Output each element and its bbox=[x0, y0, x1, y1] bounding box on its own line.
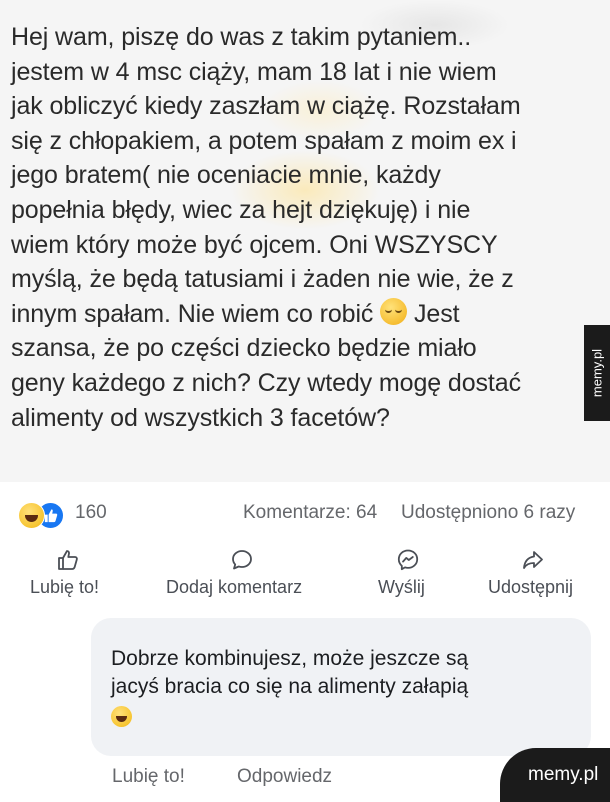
share-button[interactable]: Udostępnij bbox=[478, 542, 603, 600]
add-comment-button[interactable]: Dodaj komentarz bbox=[160, 542, 335, 600]
shares-count-link[interactable]: Udostępniono 6 razy bbox=[401, 502, 575, 524]
memy-logo-badge: memy.pl bbox=[500, 748, 610, 802]
comment-text: Dobrze kombinujesz, może jeszcze są jacy… bbox=[111, 647, 469, 698]
memy-logo-text: memy.pl bbox=[528, 764, 599, 785]
send-button-label: Wyślij bbox=[378, 577, 425, 597]
like-button-label: Lubię to! bbox=[30, 577, 100, 597]
share-button-label: Udostępnij bbox=[488, 577, 574, 597]
reactions-summary[interactable] bbox=[18, 502, 78, 529]
post-text-part-1: Hej wam, piszę do was z takim pytaniem..… bbox=[11, 23, 521, 328]
send-button[interactable]: Wyślij bbox=[362, 542, 472, 600]
sleepy-face-emoji-icon bbox=[380, 297, 408, 325]
speech-bubble-icon bbox=[230, 548, 254, 572]
post-body: Hej wam, piszę do was z takim pytaniem..… bbox=[0, 0, 610, 482]
haha-reaction-icon bbox=[18, 502, 45, 529]
comment-reply-button[interactable]: Odpowiedz bbox=[237, 766, 332, 788]
side-watermark-text: memy.pl bbox=[589, 348, 605, 398]
side-watermark: memy.pl bbox=[584, 325, 610, 421]
messenger-icon bbox=[396, 548, 420, 572]
comments-count-link[interactable]: Komentarze: 64 bbox=[243, 502, 377, 524]
post-stats: 160 Komentarze: 64 Udostępniono 6 razy bbox=[0, 482, 610, 542]
thumbs-up-icon bbox=[56, 548, 80, 572]
post-action-bar: Lubię to! Dodaj komentarz Wyślij Udostęp… bbox=[0, 542, 610, 602]
like-button[interactable]: Lubię to! bbox=[0, 542, 150, 600]
comment-bubble: Dobrze kombinujesz, może jeszcze są jacy… bbox=[91, 618, 591, 756]
share-arrow-icon bbox=[521, 548, 545, 572]
comment-like-button[interactable]: Lubię to! bbox=[112, 766, 185, 788]
reaction-count[interactable]: 160 bbox=[75, 502, 107, 524]
post-text: Hej wam, piszę do was z takim pytaniem..… bbox=[11, 20, 596, 435]
grinning-face-emoji-icon bbox=[111, 706, 132, 727]
add-comment-label: Dodaj komentarz bbox=[166, 577, 303, 597]
